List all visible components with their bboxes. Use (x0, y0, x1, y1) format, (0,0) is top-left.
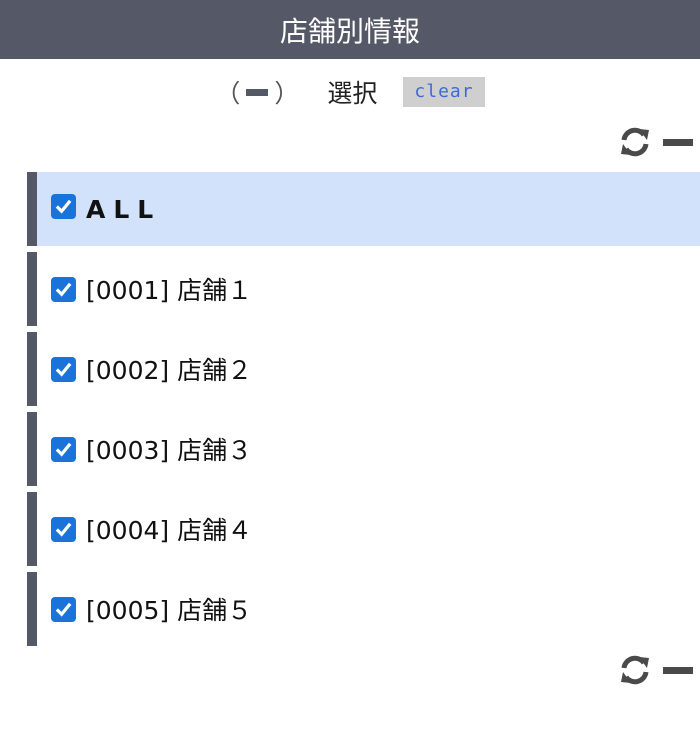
store-row[interactable]: [0004] 店舗４ (27, 492, 700, 566)
store-row-label: [0004] 店舗４ (86, 516, 253, 545)
selection-status: （ ） 選択 clear (0, 72, 700, 112)
selection-label: 選択 (327, 79, 378, 108)
store-row[interactable]: [0003] 店舗３ (27, 412, 700, 486)
store-row-label: [0002] 店舗２ (86, 356, 253, 385)
paren-close: ） (274, 79, 300, 108)
store-row-all[interactable]: ALL (27, 172, 700, 246)
toolbar-top (619, 126, 693, 158)
store-row[interactable]: [0002] 店舗２ (27, 332, 700, 406)
collapse-minus-icon[interactable] (663, 138, 693, 146)
store-row-label: [0001] 店舗１ (86, 276, 253, 305)
paren-open: （ (215, 79, 241, 108)
checkbox-checked-icon[interactable] (51, 596, 76, 622)
page-header: 店舗別情報 (0, 0, 700, 59)
refresh-icon[interactable] (619, 126, 651, 158)
store-row-label: [0005] 店舗５ (86, 596, 253, 625)
checkbox-checked-icon[interactable] (51, 193, 76, 219)
page-title: 店舗別情報 (279, 14, 420, 48)
checkbox-checked-icon[interactable] (51, 356, 76, 382)
refresh-icon[interactable] (619, 654, 651, 686)
store-list: ALL [0001] 店舗１ [0002] 店舗２ [0003] 店舗３ [00… (27, 172, 700, 652)
store-row-label: ALL (86, 194, 162, 224)
clear-button[interactable]: clear (403, 77, 485, 107)
store-row[interactable]: [0001] 店舗１ (27, 252, 700, 326)
checkbox-checked-icon[interactable] (51, 276, 76, 302)
toolbar-bottom (619, 654, 693, 686)
checkbox-checked-icon[interactable] (51, 436, 76, 462)
store-row[interactable]: [0005] 店舗５ (27, 572, 700, 646)
selection-dash-icon (246, 88, 269, 96)
store-row-label: [0003] 店舗３ (86, 436, 253, 465)
collapse-minus-icon[interactable] (663, 666, 693, 674)
checkbox-checked-icon[interactable] (51, 516, 76, 542)
